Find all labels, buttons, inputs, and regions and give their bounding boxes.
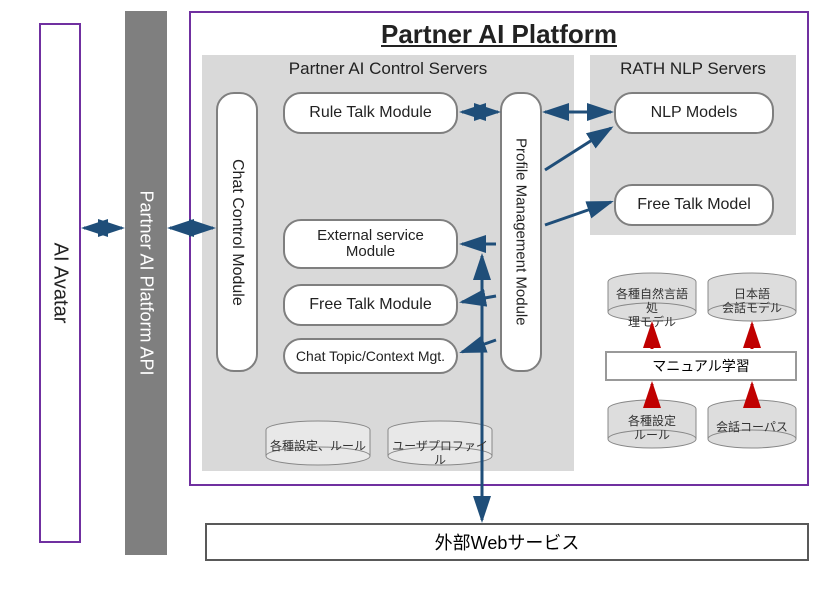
db-settings-rules2-label: 各種設定 ルール: [611, 415, 693, 443]
chat-control-label: Chat Control Module: [228, 159, 246, 306]
profile-mgmt-module: Profile Management Module: [500, 92, 542, 372]
chat-topic-module: Chat Topic/Context Mgt.: [283, 338, 458, 374]
platform-title: Partner AI Platform: [191, 19, 807, 50]
api-box: Partner AI Platform API: [125, 11, 167, 555]
chat-control-module: Chat Control Module: [216, 92, 258, 372]
free-talk-model: Free Talk Model: [614, 184, 774, 226]
manual-learning-box: マニュアル学習: [605, 351, 797, 381]
external-service-module: External service Module: [283, 219, 458, 269]
nlp-servers-title: RATH NLP Servers: [590, 59, 796, 79]
profile-mgmt-label: Profile Management Module: [513, 138, 530, 326]
chat-topic-label: Chat Topic/Context Mgt.: [296, 348, 445, 364]
ai-avatar-box: AI Avatar: [39, 23, 81, 543]
rule-talk-label: Rule Talk Module: [309, 104, 431, 122]
nlp-models: NLP Models: [614, 92, 774, 134]
external-web-label: 外部Webサービス: [435, 529, 580, 555]
api-label: Partner AI Platform API: [136, 190, 157, 375]
db-jp-model-label: 日本語 会話モデル: [711, 288, 793, 316]
manual-learning-label: マニュアル学習: [652, 356, 750, 376]
free-talk-model-label: Free Talk Model: [637, 196, 751, 214]
external-service-label: External service Module: [317, 228, 424, 261]
control-servers-title: Partner AI Control Servers: [202, 59, 574, 79]
nlp-models-label: NLP Models: [651, 104, 738, 122]
external-web-services: 外部Webサービス: [205, 523, 809, 561]
ai-avatar-label: AI Avatar: [49, 243, 72, 324]
db-nlp-model-label: 各種自然言語処 理モデル: [611, 288, 693, 329]
db-profile-label: ユーザプロファイル: [392, 440, 488, 468]
free-talk-module: Free Talk Module: [283, 284, 458, 326]
rule-talk-module: Rule Talk Module: [283, 92, 458, 134]
db-settings-label: 各種設定、ルール: [270, 440, 366, 454]
free-talk-label: Free Talk Module: [309, 296, 431, 314]
db-corpus-label: 会話コーパス: [711, 421, 793, 435]
